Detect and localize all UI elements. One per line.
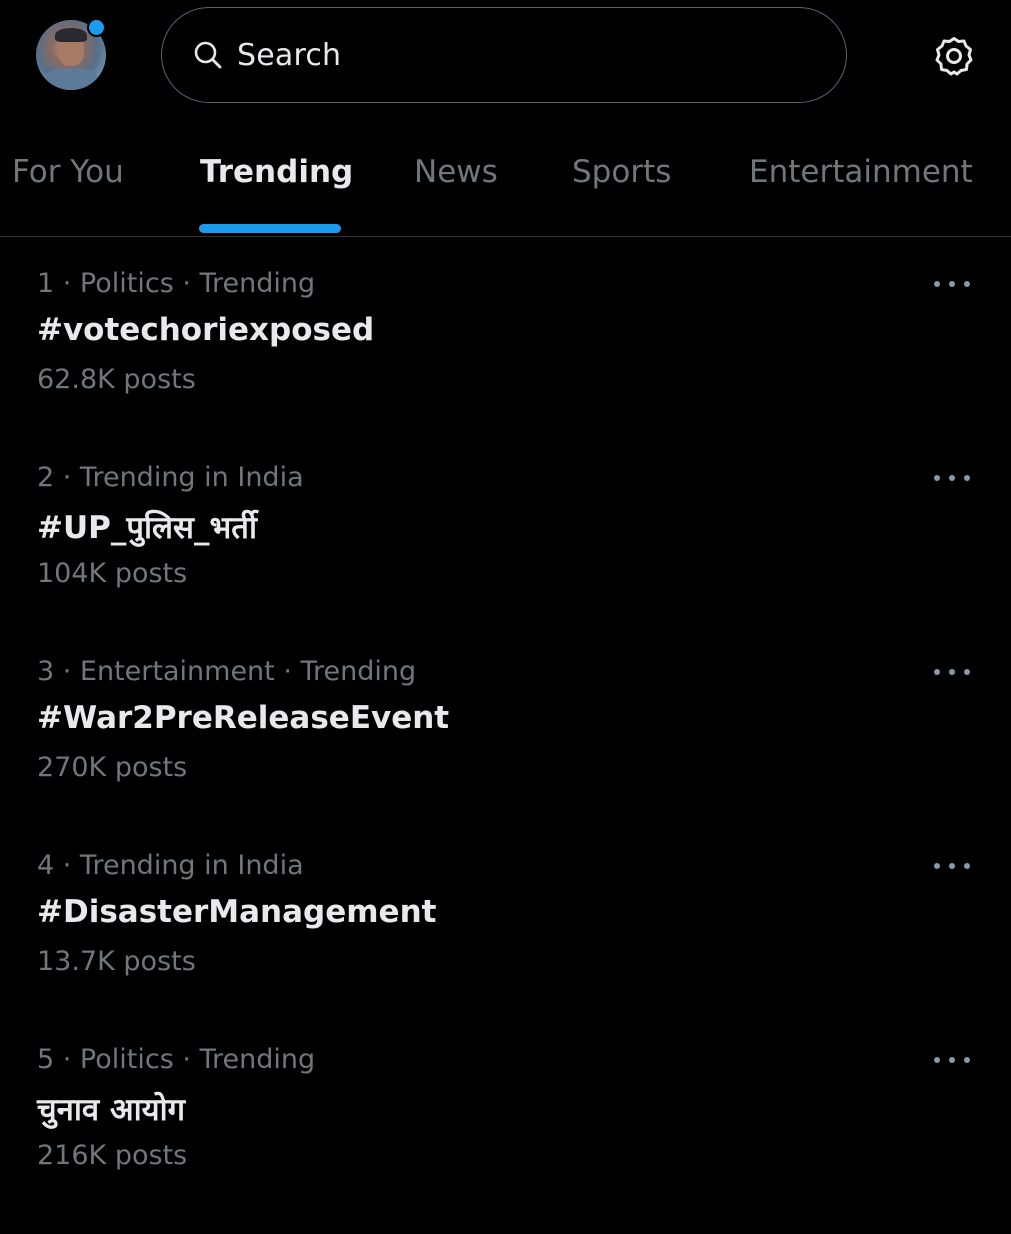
avatar-body xyxy=(44,68,98,90)
trend-post-count: 216K posts xyxy=(37,1140,188,1171)
trend-meta: 1 · Politics · Trending xyxy=(37,268,316,299)
more-options-icon[interactable] xyxy=(934,856,970,876)
active-tab-indicator xyxy=(199,224,341,233)
trend-item[interactable]: 1 · Politics · Trending #votechoriexpose… xyxy=(0,268,1011,458)
trend-title[interactable]: चुनाव आयोग xyxy=(37,1088,185,1130)
notification-dot xyxy=(87,18,106,37)
trend-title[interactable]: #UP_पुलिस_भर्ती xyxy=(37,506,257,548)
trend-meta: 2 · Trending in India xyxy=(37,462,304,493)
tab-trending[interactable]: Trending xyxy=(200,154,353,190)
trend-meta: 4 · Trending in India xyxy=(37,850,304,881)
trend-item[interactable]: 2 · Trending in India #UP_पुलिस_भर्ती 10… xyxy=(0,462,1011,652)
search-placeholder: Search xyxy=(237,37,342,73)
trend-post-count: 13.7K posts xyxy=(37,946,196,977)
tab-for-you[interactable]: For You xyxy=(12,154,124,190)
trend-post-count: 270K posts xyxy=(37,752,188,783)
trend-title[interactable]: #War2PreReleaseEvent xyxy=(37,700,449,736)
trend-item[interactable]: 3 · Entertainment · Trending #War2PreRel… xyxy=(0,656,1011,846)
trend-title[interactable]: #votechoriexposed xyxy=(37,312,374,348)
trend-title[interactable]: #DisasterManagement xyxy=(37,894,436,930)
tab-sports[interactable]: Sports xyxy=(572,154,671,190)
tab-news[interactable]: News xyxy=(414,154,498,190)
avatar-hair xyxy=(55,28,87,42)
top-bar: Search xyxy=(0,0,1011,110)
search-input[interactable]: Search xyxy=(161,7,847,103)
tab-bar: For You Trending News Sports Entertainme… xyxy=(0,140,1011,237)
trend-item[interactable]: 5 · Politics · Trending चुनाव आयोग 216K … xyxy=(0,1044,1011,1234)
trend-item[interactable]: 4 · Trending in India #DisasterManagemen… xyxy=(0,850,1011,1040)
more-options-icon[interactable] xyxy=(934,468,970,488)
trend-post-count: 104K posts xyxy=(37,558,188,589)
gear-icon[interactable] xyxy=(933,35,975,77)
more-options-icon[interactable] xyxy=(934,274,970,294)
more-options-icon[interactable] xyxy=(934,662,970,682)
more-options-icon[interactable] xyxy=(934,1050,970,1070)
trend-post-count: 62.8K posts xyxy=(37,364,196,395)
trend-meta: 5 · Politics · Trending xyxy=(37,1044,316,1075)
tab-entertainment[interactable]: Entertainment xyxy=(749,154,973,190)
trend-meta: 3 · Entertainment · Trending xyxy=(37,656,417,687)
search-icon xyxy=(193,40,223,70)
